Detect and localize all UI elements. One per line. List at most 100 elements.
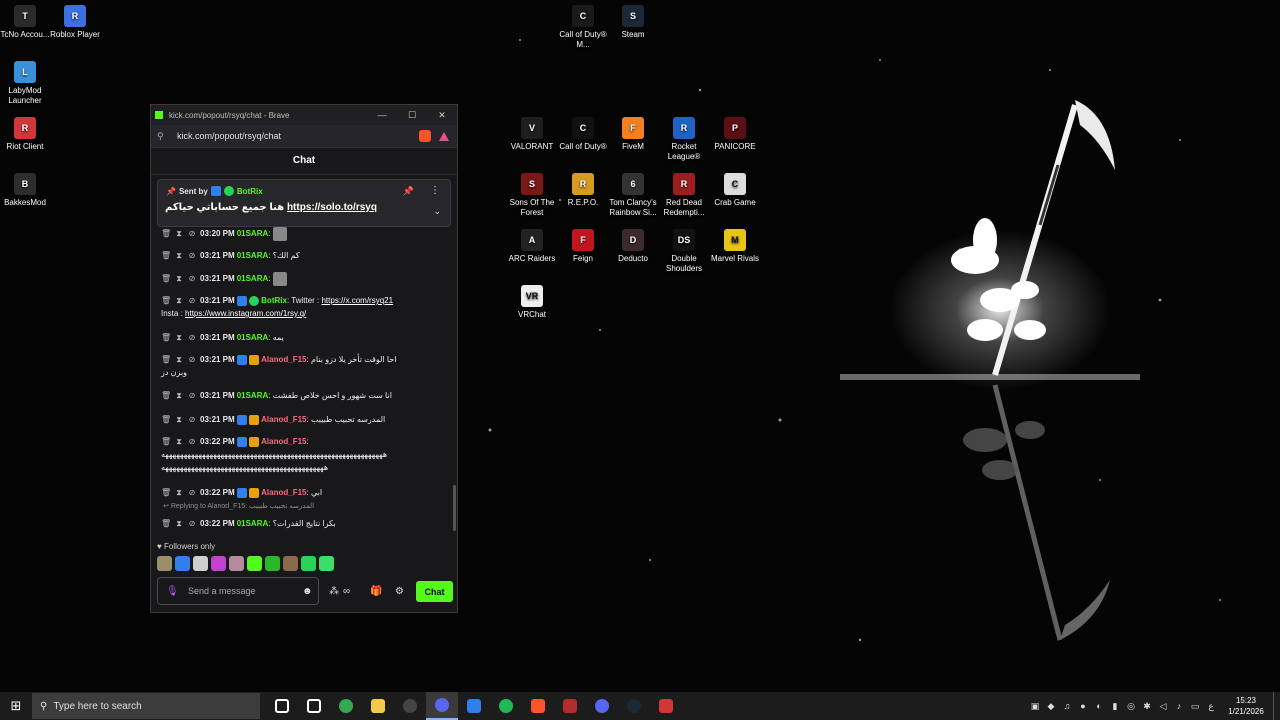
microphone-icon[interactable]: 🎙 [166, 586, 184, 597]
desktop-icon[interactable]: R R.E.P.O. [555, 173, 611, 208]
taskbar-spotify-icon[interactable] [490, 692, 522, 720]
ban-icon[interactable]: ⊘ [187, 435, 197, 448]
network-icon[interactable]: ▭ [1187, 701, 1203, 712]
ban-icon[interactable]: ⊘ [187, 389, 197, 402]
chat-message[interactable]: 🗑 ⧗ ⊘ 03:21 PM 01SARA: انا ست شهور و احس خلا… [161, 389, 445, 402]
timeout-icon[interactable]: ⧗ [174, 517, 184, 530]
desktop-icon[interactable]: C Call of Duty® [555, 117, 611, 152]
taskbar-search[interactable]: ⚲ Type here to search [32, 693, 260, 719]
trash-icon[interactable]: 🗑 [161, 294, 171, 307]
volume-icon[interactable]: ◁ [1155, 701, 1171, 712]
taskbar-store-icon[interactable] [458, 692, 490, 720]
chat-message[interactable]: 🗑 ⧗ ⊘ 03:22 PM Alanod_F15: ابي [161, 486, 445, 499]
desktop-icon[interactable]: C Call of Duty® M... [555, 5, 611, 50]
message-username[interactable]: 01SARA [237, 391, 269, 400]
timeout-icon[interactable]: ⧗ [174, 249, 184, 262]
show-desktop-button[interactable] [1273, 692, 1280, 720]
desktop-icon[interactable]: R Red Dead Redempti... [656, 173, 712, 218]
message-username[interactable]: Alanod_F15 [261, 488, 306, 497]
tray-icon[interactable]: ● [1075, 701, 1091, 711]
desktop-icon[interactable]: S Steam [605, 5, 661, 40]
message-link[interactable]: https://www.instagram.com/1rsy.q/ [185, 309, 306, 318]
gift-icon[interactable]: 🎁 [370, 586, 382, 597]
timeout-icon[interactable]: ⧗ [174, 227, 184, 240]
desktop-icon[interactable]: F FiveM [605, 117, 661, 152]
headset-icon[interactable]: ♫ [1059, 701, 1075, 711]
trash-icon[interactable]: 🗑 [161, 413, 171, 426]
ban-icon[interactable]: ⊘ [187, 272, 197, 285]
infinity-icon[interactable]: ∞ [343, 586, 350, 597]
ban-icon[interactable]: ⊘ [187, 227, 197, 240]
speaker-icon[interactable]: ♪ [1171, 701, 1187, 711]
chat-message[interactable]: 🗑 ⧗ ⊘ 03:21 PM BotRix: Twitter : https://x.… [161, 294, 445, 320]
pinned-link[interactable]: https://solo.to/rsyq [287, 202, 377, 213]
desktop-icon[interactable]: S Sons Of The Forest [504, 173, 560, 218]
emote[interactable] [157, 556, 172, 571]
nvidia-icon[interactable]: ◆ [1043, 701, 1059, 712]
desktop-icon[interactable]: R Roblox Player [47, 5, 103, 40]
message-link[interactable]: https://x.com/rsyq21 [321, 296, 393, 305]
trash-icon[interactable]: 🗑 [161, 227, 171, 240]
chat-message[interactable]: 🗑 ⧗ ⊘ 03:22 PM 01SARA: بكرا نتايج القدرات؟ [161, 517, 445, 530]
desktop-icon[interactable]: D Deducto [605, 229, 661, 264]
url-text[interactable]: kick.com/popout/rsyq/chat [177, 131, 419, 141]
timeout-icon[interactable]: ⧗ [174, 294, 184, 307]
tray-icon[interactable]: ◐ [1091, 701, 1107, 711]
timeout-icon[interactable]: ⧗ [174, 413, 184, 426]
timeout-icon[interactable]: ⧗ [174, 435, 184, 448]
emote[interactable] [319, 556, 334, 571]
desktop-icon[interactable]: T TcNo Accou... [0, 5, 53, 40]
bluetooth-icon[interactable]: ✱ [1139, 701, 1155, 712]
desktop-icon[interactable]: L LabyMod Launcher [0, 61, 53, 106]
message-username[interactable]: 01SARA [237, 274, 269, 283]
timeout-icon[interactable]: ⧗ [174, 486, 184, 499]
message-username[interactable]: 01SARA [237, 519, 269, 528]
microphone-tray-icon[interactable]: ▮ [1107, 701, 1123, 712]
desktop-icon[interactable]: 6 Tom Clancy's Rainbow Si... [605, 173, 661, 218]
taskbar-task-view-icon[interactable] [266, 692, 298, 720]
desktop-icon[interactable]: C Crab Game [707, 173, 763, 208]
trash-icon[interactable]: 🗑 [161, 517, 171, 530]
settings-gear-icon[interactable]: ⚙ [395, 586, 404, 597]
more-options-icon[interactable]: ⋮ [430, 185, 440, 196]
trash-icon[interactable]: 🗑 [161, 331, 171, 344]
minimize-button[interactable]: — [367, 110, 397, 120]
message-username[interactable]: BotRix [261, 296, 287, 305]
emote[interactable] [265, 556, 280, 571]
close-button[interactable]: ✕ [427, 110, 457, 121]
chat-input[interactable]: 🎙 Send a message ☻ [157, 577, 319, 605]
taskbar-chrome-icon[interactable] [330, 692, 362, 720]
taskbar-obs-icon[interactable] [394, 692, 426, 720]
send-chat-button[interactable]: Chat [416, 581, 453, 602]
message-username[interactable]: 01SARA [237, 333, 269, 342]
ban-icon[interactable]: ⊘ [187, 517, 197, 530]
chat-message[interactable]: 🗑 ⧗ ⊘ 03:22 PM Alanod_F15: هههههههههههههههه… [161, 435, 445, 474]
desktop-icon[interactable]: M Marvel Rivals [707, 229, 763, 264]
taskbar-file-explorer-icon[interactable] [362, 692, 394, 720]
emote[interactable] [193, 556, 208, 571]
ban-icon[interactable]: ⊘ [187, 413, 197, 426]
taskbar-game-icon[interactable] [554, 692, 586, 720]
message-username[interactable]: 01SARA [237, 251, 269, 260]
unpin-icon[interactable]: 📌 [403, 186, 414, 197]
pinned-sender[interactable]: BotRix [237, 187, 263, 196]
desktop-icon[interactable]: VR VRChat [504, 285, 560, 320]
desktop-icon[interactable]: DS Double Shoulders [656, 229, 712, 274]
pinned-message[interactable]: 📌 Sent by BotRix هنا جميع حساباتي حياكم … [157, 179, 451, 227]
taskbar-brave-icon[interactable] [522, 692, 554, 720]
site-info-icon[interactable]: ⚲ [157, 131, 171, 142]
taskbar-app-icon[interactable] [650, 692, 682, 720]
channel-points-icon[interactable]: ⁂ [329, 586, 339, 597]
desktop-icon[interactable]: B BakkesMod [0, 173, 53, 208]
trash-icon[interactable]: 🗑 [161, 272, 171, 285]
trash-icon[interactable]: 🗑 [161, 435, 171, 448]
ban-icon[interactable]: ⊘ [187, 331, 197, 344]
trash-icon[interactable]: 🗑 [161, 249, 171, 262]
ban-icon[interactable]: ⊘ [187, 294, 197, 307]
chat-message[interactable]: 🗑 ⧗ ⊘ 03:21 PM 01SARA: كم الك؟ [161, 249, 445, 262]
desktop-icon[interactable]: R Rocket League® [656, 117, 712, 162]
taskbar-discord-icon[interactable] [586, 692, 618, 720]
tray-icon[interactable]: ▣ [1027, 701, 1043, 712]
chat-message[interactable]: 🗑 ⧗ ⊘ 03:21 PM Alanod_F15: المدرسه تحبيب طب… [161, 413, 445, 426]
message-username[interactable]: 01SARA [237, 229, 269, 238]
